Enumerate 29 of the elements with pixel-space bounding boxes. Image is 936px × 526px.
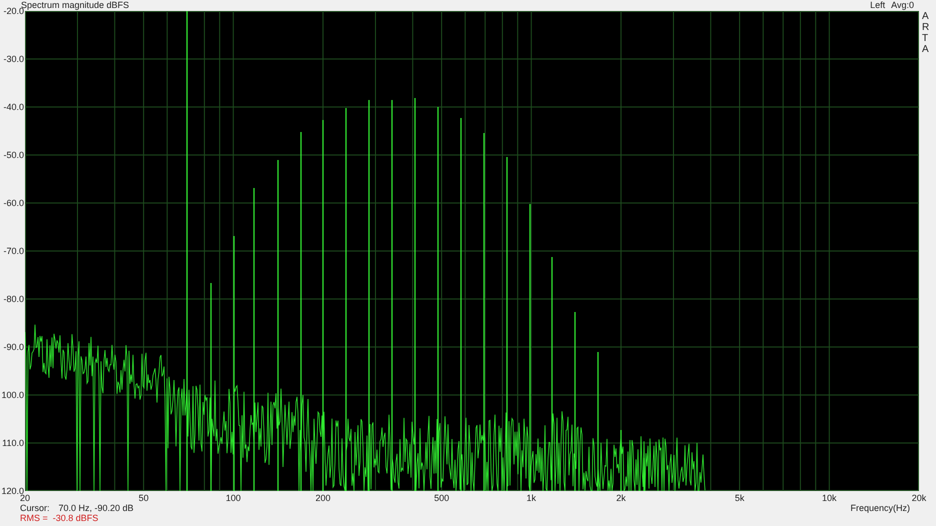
y-tick-label: -50.0 bbox=[3, 150, 24, 160]
y-tick-label: -90.0 bbox=[3, 342, 24, 352]
y-tick-label: -70.0 bbox=[3, 246, 24, 256]
cursor-label: Cursor: bbox=[20, 503, 50, 513]
y-tick-label: -30.0 bbox=[3, 54, 24, 64]
channel-label: Left bbox=[870, 0, 886, 11]
x-tick-label: 20 bbox=[20, 493, 30, 503]
x-tick-label: 5k bbox=[734, 493, 744, 503]
y-tick-label: -40.0 bbox=[3, 102, 24, 112]
y-tick-label: 100.0 bbox=[1, 390, 24, 400]
y-tick-label: 110.0 bbox=[2, 438, 24, 448]
y-tick-label: 120.0 bbox=[1, 486, 24, 496]
side-label: ARTA bbox=[922, 11, 930, 55]
y-tick-label: -80.0 bbox=[3, 294, 24, 304]
x-tick-label: 1k bbox=[526, 493, 536, 503]
cursor-value: 70.0 Hz, -90.20 dB bbox=[58, 503, 134, 513]
average-label: Avg:0 bbox=[891, 0, 914, 11]
x-tick-label: 500 bbox=[434, 493, 450, 503]
x-tick-label: 200 bbox=[315, 493, 331, 503]
chart-title: Spectrum magnitude dBFS bbox=[21, 0, 130, 10]
x-tick-label: 100 bbox=[226, 493, 241, 503]
x-tick-label: 10k bbox=[822, 493, 837, 503]
y-tick-label: -20.0 bbox=[3, 6, 24, 16]
y-tick-label: -60.0 bbox=[3, 198, 24, 208]
x-tick-label: 20k bbox=[912, 493, 926, 503]
x-axis-label: Frequency(Hz) bbox=[850, 503, 910, 513]
x-tick-label: 50 bbox=[138, 493, 149, 503]
x-tick-label: 2k bbox=[616, 493, 626, 503]
rms-readout: RMS = -30.8 dBFS bbox=[20, 513, 100, 524]
